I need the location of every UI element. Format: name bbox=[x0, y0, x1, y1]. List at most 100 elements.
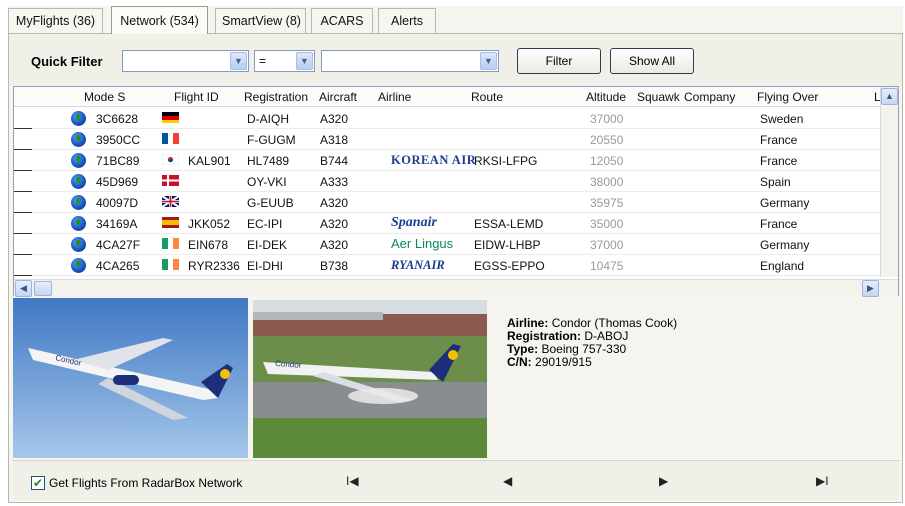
row-selector[interactable] bbox=[14, 129, 32, 150]
tab-network[interactable]: Network (534) bbox=[111, 6, 208, 34]
row-selector[interactable] bbox=[14, 171, 32, 192]
filter-button[interactable]: Filter bbox=[517, 48, 601, 74]
cell-mode-s: 3950CC bbox=[96, 133, 141, 147]
globe-icon[interactable] bbox=[71, 216, 86, 231]
detail-airline-value: Condor (Thomas Cook) bbox=[551, 316, 678, 330]
globe-icon[interactable] bbox=[71, 258, 86, 273]
denmark-flag-icon bbox=[162, 175, 179, 186]
france-flag-icon bbox=[162, 133, 179, 144]
previous-page-icon[interactable]: ◀ bbox=[503, 474, 512, 488]
spain-flag-icon bbox=[162, 217, 179, 228]
globe-icon[interactable] bbox=[71, 174, 86, 189]
table-row[interactable]: 3950CC F-GUGM A318 20550 France bbox=[14, 129, 880, 150]
cell-mode-s: 45D969 bbox=[96, 175, 139, 189]
cell-mode-s: 4CA27F bbox=[96, 238, 141, 252]
table-row[interactable]: 40097D G-EUUB A320 35975 Germany bbox=[14, 192, 880, 213]
column-header-company[interactable]: Company bbox=[684, 90, 735, 104]
filter-operator-select[interactable]: = ▼ bbox=[254, 50, 315, 72]
cell-registration: D-AIQH bbox=[247, 112, 289, 126]
last-page-icon[interactable]: ▶I bbox=[816, 474, 829, 488]
bottom-bar: ✔ Get Flights From RadarBox Network I◀ ◀… bbox=[13, 460, 899, 500]
cell-route: ESSA-LEMD bbox=[474, 217, 544, 231]
globe-icon[interactable] bbox=[71, 111, 86, 126]
aircraft-details: Airline: Condor (Thomas Cook) Registrati… bbox=[507, 317, 677, 369]
column-header-flying-over[interactable]: Flying Over bbox=[757, 90, 818, 104]
row-selector[interactable] bbox=[14, 213, 32, 234]
table-row[interactable]: 45D969 OY-VKI A333 38000 Spain bbox=[14, 171, 880, 192]
filter-field-select[interactable]: ▼ bbox=[122, 50, 249, 72]
row-selector[interactable] bbox=[14, 192, 32, 213]
cell-registration: EI-DHI bbox=[247, 259, 283, 273]
ireland-flag-icon bbox=[162, 238, 179, 249]
germany-flag-icon bbox=[162, 112, 179, 123]
aircraft-photo-inflight: Condor bbox=[13, 298, 248, 458]
column-header-mode-s[interactable]: Mode S bbox=[84, 90, 125, 104]
globe-icon[interactable] bbox=[71, 132, 86, 147]
row-selector[interactable] bbox=[14, 108, 32, 129]
tab-alerts[interactable]: Alerts bbox=[378, 8, 436, 33]
column-header-flight-id[interactable]: Flight ID bbox=[174, 90, 219, 104]
cell-flight-id: KAL901 bbox=[188, 154, 231, 168]
horizontal-scrollbar[interactable]: ◀ ▶ bbox=[14, 279, 898, 297]
show-all-button[interactable]: Show All bbox=[610, 48, 694, 74]
cell-flying-over: France bbox=[760, 133, 798, 147]
scroll-up-icon[interactable]: ▲ bbox=[881, 88, 898, 105]
vertical-scrollbar[interactable]: ▲ bbox=[880, 87, 898, 277]
network-checkbox-label[interactable]: Get Flights From RadarBox Network bbox=[49, 476, 242, 490]
tab-bar: MyFlights (36) Network (534) SmartView (… bbox=[8, 6, 903, 34]
cell-registration: EC-IPI bbox=[247, 217, 283, 231]
cell-route: EIDW-LHBP bbox=[474, 238, 541, 252]
cell-registration: G-EUUB bbox=[247, 196, 294, 210]
filter-value-select[interactable]: ▼ bbox=[321, 50, 499, 72]
scroll-right-icon[interactable]: ▶ bbox=[862, 280, 879, 297]
airline-logo: KOREAN AIR bbox=[391, 153, 477, 167]
cell-registration: EI-DEK bbox=[247, 238, 288, 252]
globe-icon[interactable] bbox=[71, 153, 86, 168]
table-row[interactable]: 3C6628 D-AIQH A320 37000 Sweden bbox=[14, 108, 880, 129]
table-row[interactable]: 4CA27F EIN678 EI-DEK A320 EIDW-LHBP 37000 Germ… bbox=[14, 234, 880, 255]
detail-cn-label: C/N: bbox=[507, 355, 532, 369]
globe-icon[interactable] bbox=[71, 237, 86, 252]
cell-mode-s: 4CA265 bbox=[96, 259, 140, 273]
column-header-aircraft[interactable]: Aircraft bbox=[319, 90, 357, 104]
cell-altitude: 12050 bbox=[590, 154, 624, 168]
column-header-altitude[interactable]: Altitude bbox=[586, 90, 626, 104]
cell-flying-over: Germany bbox=[760, 196, 810, 210]
cell-altitude: 20550 bbox=[590, 133, 624, 147]
cell-route: RKSI-LFPG bbox=[474, 154, 538, 168]
row-selector[interactable] bbox=[14, 234, 32, 255]
table-row[interactable]: 71BC89 KAL901 HL7489 B744 RKSI-LFPG 12050 Fran… bbox=[14, 150, 880, 171]
airline-logo: Aer Lingus bbox=[391, 236, 454, 251]
cell-altitude: 38000 bbox=[590, 175, 624, 189]
chevron-down-icon[interactable]: ▼ bbox=[480, 52, 497, 70]
horizontal-scroll-thumb[interactable] bbox=[34, 281, 52, 296]
column-header-registration[interactable]: Registration bbox=[244, 90, 308, 104]
tab-myflights[interactable]: MyFlights (36) bbox=[8, 8, 103, 33]
aircraft-photo-runway: Condor bbox=[253, 300, 487, 458]
cell-flying-over: England bbox=[760, 259, 805, 273]
column-header-route[interactable]: Route bbox=[471, 90, 503, 104]
network-checkbox[interactable]: ✔ bbox=[31, 476, 45, 490]
tab-acars[interactable]: ACARS bbox=[311, 8, 373, 33]
tab-smartview[interactable]: SmartView (8) bbox=[215, 8, 306, 33]
livery-text: Condor bbox=[275, 359, 302, 370]
chevron-down-icon[interactable]: ▼ bbox=[296, 52, 313, 70]
row-selector[interactable] bbox=[14, 150, 32, 171]
cell-aircraft: A320 bbox=[320, 196, 349, 210]
chevron-down-icon[interactable]: ▼ bbox=[230, 52, 247, 70]
column-header-squawk[interactable]: Squawk bbox=[637, 90, 680, 104]
cell-registration: F-GUGM bbox=[247, 133, 296, 147]
table-row[interactable]: 4CA265 RYR2336 EI-DHI B738 EGSS-EPPO 10475 Eng… bbox=[14, 255, 880, 276]
uk-flag-icon bbox=[161, 195, 180, 208]
table-row[interactable]: 34169A JKK052 EC-IPI A320 ESSA-LEMD 35000 Fran… bbox=[14, 213, 880, 234]
filter-operator-value: = bbox=[259, 54, 267, 68]
row-selector[interactable] bbox=[14, 255, 32, 276]
airline-logo: RYANAIR bbox=[391, 258, 445, 272]
globe-icon[interactable] bbox=[71, 195, 86, 210]
column-header-airline[interactable]: Airline bbox=[378, 90, 411, 104]
scroll-left-icon[interactable]: ◀ bbox=[15, 280, 32, 297]
next-page-icon[interactable]: ▶ bbox=[659, 474, 668, 488]
detail-cn-value: 29019/915 bbox=[535, 355, 592, 369]
cell-aircraft: A333 bbox=[320, 175, 349, 189]
first-page-icon[interactable]: I◀ bbox=[346, 474, 359, 488]
